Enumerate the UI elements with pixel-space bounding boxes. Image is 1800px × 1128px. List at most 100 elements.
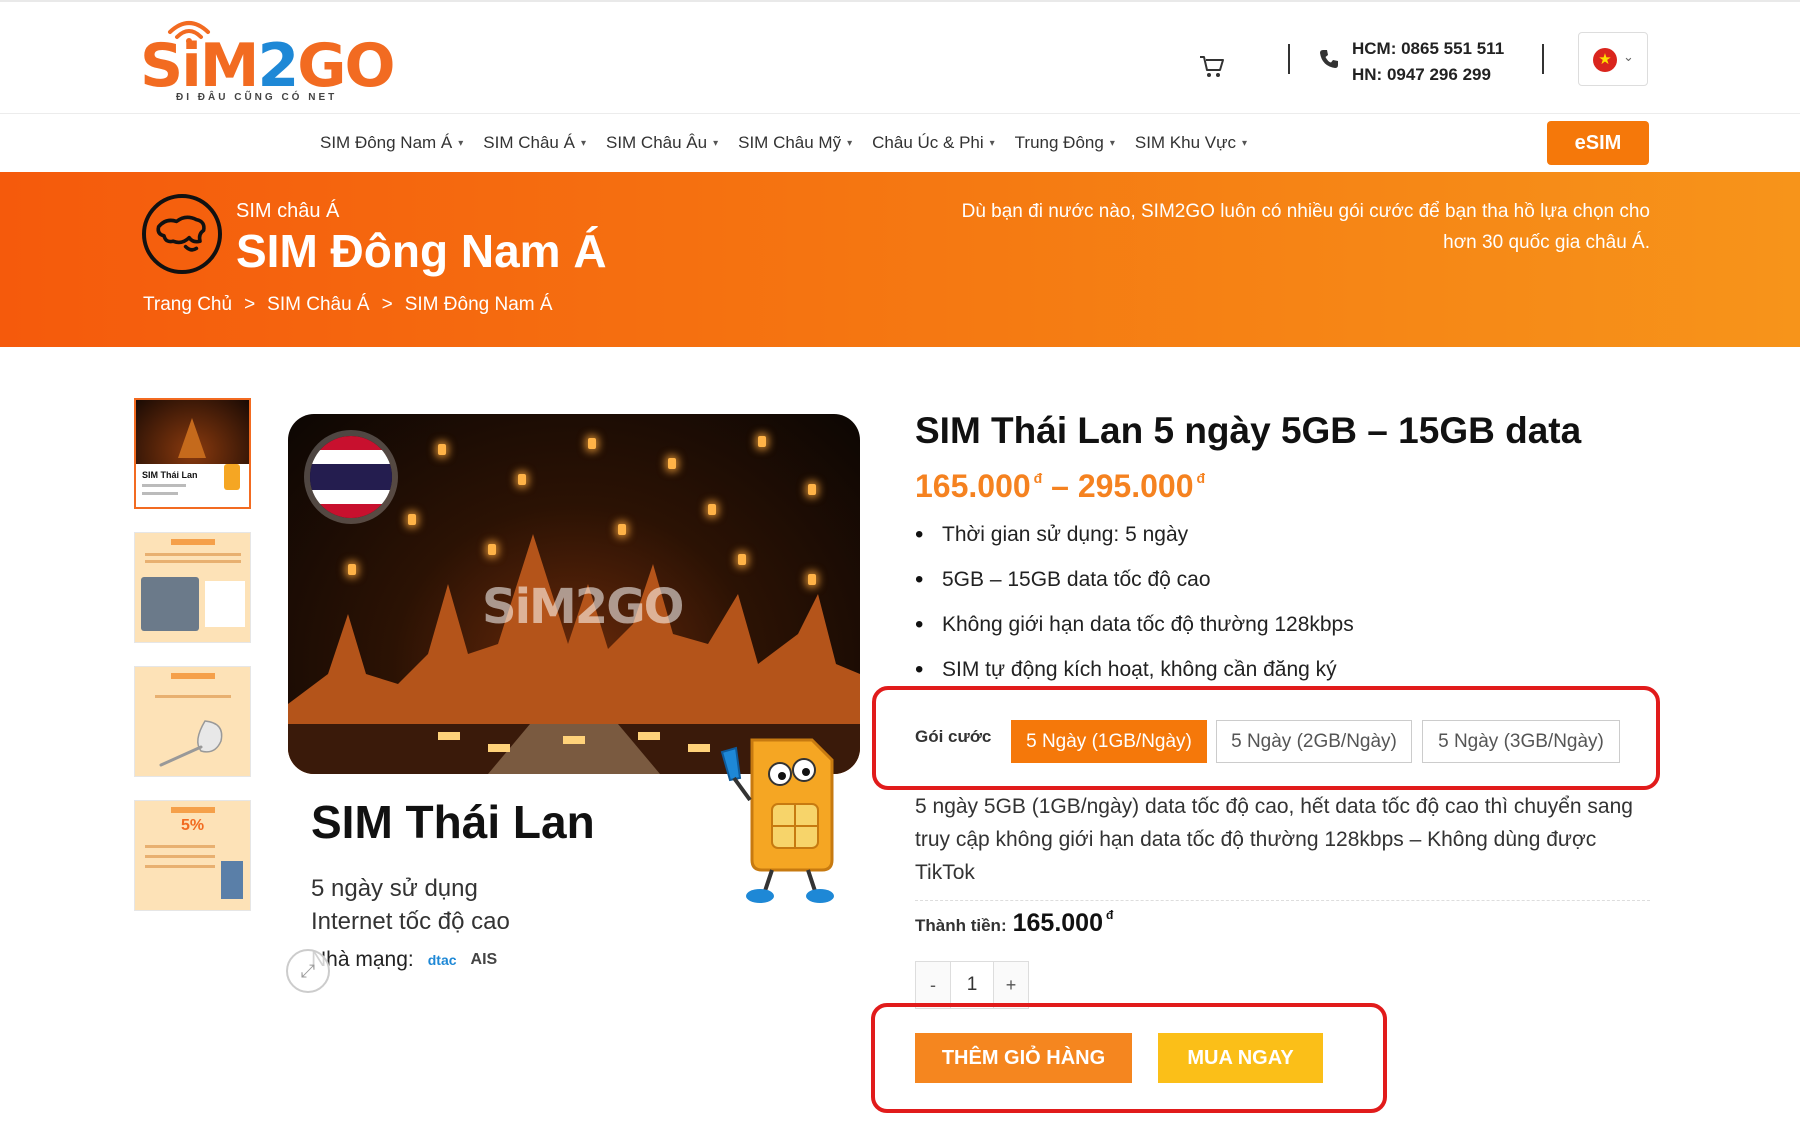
lantern — [438, 444, 446, 455]
product-price-range: 165.000 đ – 295.000 đ — [915, 468, 1205, 505]
breadcrumb-current[interactable]: SIM Đông Nam Á — [405, 294, 553, 316]
chevron-down-icon: ▾ — [989, 137, 995, 149]
nav-item-sim-chau-my[interactable]: SIM Châu Mỹ ▾ — [738, 133, 852, 153]
breadcrumb-sim-chau-a[interactable]: SIM Châu Á — [267, 294, 369, 316]
price-separator: – — [1051, 468, 1069, 504]
qty-increase-button[interactable]: + — [994, 962, 1028, 1008]
nav-item-sim-dong-nam-a[interactable]: SIM Đông Nam Á ▾ — [320, 133, 463, 153]
category-banner: SIM châu Á SIM Đông Nam Á Trang Chủ > SI… — [0, 172, 1800, 347]
feature-item: Thời gian sử dụng: 5 ngày — [915, 520, 1354, 565]
breadcrumb-home[interactable]: Trang Chủ — [143, 294, 232, 316]
package-description: 5 ngày 5GB (1GB/ngày) data tốc độ cao, h… — [915, 795, 1633, 884]
banner-description-line: Dù bạn đi nước nào, SIM2GO luôn có nhiều… — [961, 201, 1650, 222]
nav-item-trung-dong[interactable]: Trung Đông ▾ — [1015, 133, 1115, 153]
lantern — [668, 458, 676, 469]
thumb-header-bar — [171, 807, 215, 813]
thumb-label: SIM Thái Lan — [142, 470, 198, 480]
feature-list: Thời gian sử dụng: 5 ngày 5GB – 15GB dat… — [915, 520, 1354, 700]
qty-input[interactable]: 1 — [950, 962, 994, 1008]
gallery-thumb-4[interactable]: 5% — [134, 800, 251, 911]
highlight-package-options — [872, 686, 1660, 790]
breadcrumb-separator: > — [381, 294, 393, 315]
vietnam-flag-icon: ★ — [1593, 48, 1617, 72]
chevron-down-icon: ▾ — [1109, 137, 1115, 149]
mascot-icon — [224, 464, 240, 490]
nav-label: SIM Khu Vực — [1134, 133, 1236, 152]
thumb-text-line — [142, 484, 186, 487]
gallery-thumb-2[interactable] — [134, 532, 251, 643]
currency-symbol: đ — [1105, 908, 1114, 922]
product-title: SIM Thái Lan 5 ngày 5GB – 15GB data — [915, 410, 1582, 451]
phone-hcm[interactable]: HCM: 0865 551 511 — [1352, 36, 1504, 62]
page-title: SIM Đông Nam Á — [236, 225, 607, 277]
thumb-header-bar — [171, 539, 215, 545]
currency-symbol: đ — [1196, 470, 1206, 486]
qty-decrease-button[interactable]: - — [916, 962, 950, 1008]
cart-icon[interactable] — [1198, 52, 1226, 80]
gallery-thumb-1[interactable]: SIM Thái Lan — [134, 398, 251, 509]
chevron-down-icon: ▾ — [1242, 137, 1248, 149]
feature-item: Không giới hạn data tốc độ thường 128kbp… — [915, 610, 1354, 655]
zoom-expand-icon[interactable]: ⤢ — [286, 949, 330, 993]
thumb-discount-badge: 5% — [181, 817, 205, 834]
phone-icon — [1320, 50, 1338, 68]
nav-label: Trung Đông — [1014, 133, 1104, 152]
image-product-title: SIM Thái Lan — [311, 796, 595, 848]
dtac-logo: dtac — [427, 952, 457, 968]
chevron-down-icon: ▾ — [847, 137, 853, 149]
nav-label: SIM Đông Nam Á — [320, 133, 453, 152]
divider — [915, 900, 1650, 901]
thumb-temple-image — [136, 400, 249, 464]
ais-logo: AIS — [470, 951, 498, 968]
logo-tagline: ĐI ĐÂU CŨNG CÓ NET — [176, 92, 338, 103]
gallery-thumb-3[interactable] — [134, 666, 251, 777]
watermark-logo: SiM2GO — [482, 579, 684, 635]
thumb-phone-image — [221, 861, 243, 899]
chevron-down-icon: ▾ — [458, 137, 464, 149]
logo-wordmark: SiM2GO — [140, 31, 396, 101]
header-divider — [1288, 44, 1290, 74]
nav-label: SIM Châu Âu — [605, 133, 708, 152]
contact-phones: HCM: 0865 551 511 HN: 0947 296 299 — [1352, 36, 1504, 88]
breadcrumb: Trang Chủ > SIM Châu Á > SIM Đông Nam Á — [143, 294, 553, 316]
language-selector[interactable]: ★ ⌄ — [1578, 32, 1648, 86]
sim-ejector-pin-icon — [159, 720, 223, 767]
chevron-down-icon: ⌄ — [1623, 49, 1634, 64]
nav-label: SIM Châu Mỹ — [738, 133, 842, 152]
thumb-text-line — [145, 865, 215, 868]
network-providers: Nhà mạng: dtac AIS — [311, 948, 497, 972]
main-nav: SIM Đông Nam Á ▾ SIM Châu Á ▾ SIM Châu Âu ▾… — [320, 133, 1247, 153]
highlight-buy-buttons — [871, 1003, 1387, 1113]
nav-item-sim-chau-au[interactable]: SIM Châu Âu ▾ — [606, 133, 718, 153]
banner-description-line: hơn 30 quốc gia châu Á. — [1443, 232, 1650, 253]
breadcrumb-separator: > — [244, 294, 256, 315]
asia-globe-icon — [142, 194, 222, 274]
price-low: 165.000 — [915, 468, 1031, 504]
chevron-down-icon: ▾ — [713, 137, 719, 149]
main-nav-bar: SIM Đông Nam Á ▾ SIM Châu Á ▾ SIM Châu Âu ▾… — [0, 114, 1800, 172]
thumb-photo — [141, 577, 199, 631]
chevron-down-icon: ▾ — [580, 137, 586, 149]
lantern — [758, 436, 766, 447]
quantity-stepper: - 1 + — [915, 961, 1029, 1009]
esim-button[interactable]: eSIM — [1547, 121, 1649, 165]
total-label: Thành tiền: — [915, 916, 1007, 935]
total-value: 165.000 đ — [1013, 908, 1114, 938]
top-header: SiM2GO ĐI ĐÂU CŨNG CÓ NET HCM: 0865 551 … — [0, 0, 1800, 114]
site-logo[interactable]: SiM2GO ĐI ĐÂU CŨNG CÓ NET — [140, 16, 396, 106]
currency-symbol: đ — [1033, 470, 1043, 486]
thailand-flag-icon — [310, 436, 392, 518]
product-main-image[interactable]: SiM2GO — [288, 414, 860, 774]
nav-item-sim-khu-vuc[interactable]: SIM Khu Vực ▾ — [1135, 133, 1247, 153]
image-subtitle-internet: Internet tốc độ cao — [311, 908, 510, 935]
nav-label: SIM Châu Á — [483, 133, 575, 152]
nav-item-chau-uc-phi[interactable]: Châu Úc & Phi ▾ — [872, 133, 995, 153]
header-divider — [1542, 44, 1544, 74]
thumb-text-line — [145, 553, 241, 556]
total-price: Thành tiền: 165.000 đ — [915, 908, 1113, 938]
thumb-text-line — [145, 560, 241, 563]
phone-hn[interactable]: HN: 0947 296 299 — [1352, 62, 1504, 88]
banner-description: Dù bạn đi nước nào, SIM2GO luôn có nhiều… — [880, 196, 1650, 258]
thumb-text-line — [145, 855, 215, 858]
nav-item-sim-chau-a[interactable]: SIM Châu Á ▾ — [483, 133, 586, 153]
